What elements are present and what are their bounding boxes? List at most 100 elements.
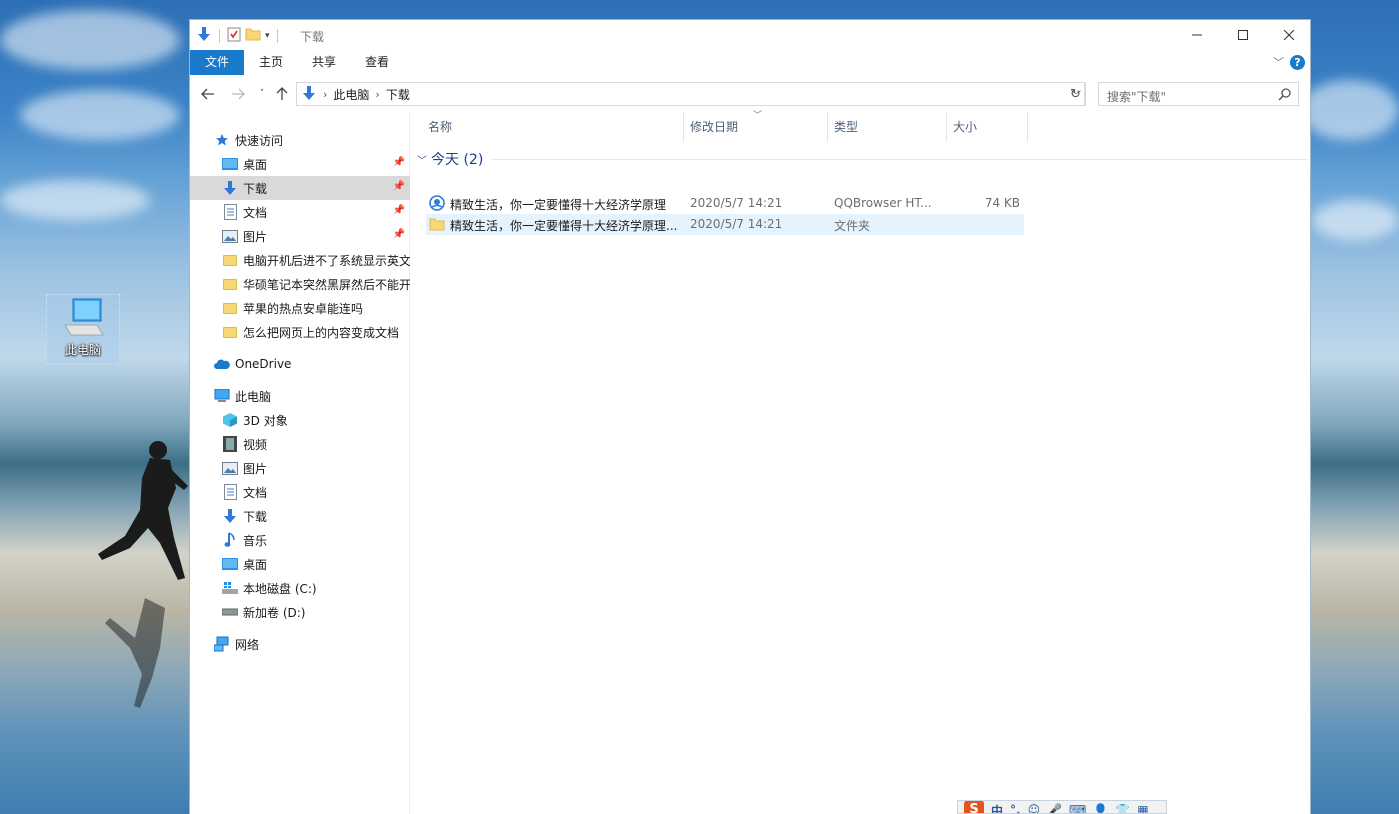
music-note-icon [222,532,238,548]
new-folder-icon[interactable] [245,26,261,45]
breadcrumb-separator-icon[interactable]: › [375,88,379,101]
nav-item-recent-folder[interactable]: 华硕笔记本突然黑屏然后不能开 [190,272,410,296]
nav-item-recent-folder[interactable]: 电脑开机后进不了系统显示英文 [190,248,410,272]
nav-label: 快速访问 [235,133,284,148]
nav-label: 图片 [243,229,268,244]
nav-label: 3D 对象 [243,413,288,428]
column-header-name[interactable]: 名称 [422,112,684,142]
sogou-logo-icon[interactable]: S [964,801,984,813]
folder-icon [429,216,445,232]
nav-this-pc[interactable]: 此电脑 [190,384,410,408]
help-button[interactable]: ? [1290,55,1305,70]
refresh-button[interactable]: ↻ [1067,82,1085,106]
file-name: 精致生活，你一定要懂得十大经济学原理... [450,219,678,233]
ime-toolbar[interactable]: S 中 °, ☺ 🎤 ⌨ 👤 👕 ▦ [957,800,1167,814]
nav-label: 文档 [243,205,268,220]
desktop-icon-this-pc[interactable]: 此电脑 [46,294,120,364]
nav-item-documents-pc[interactable]: 文档 [190,480,410,504]
nav-item-music[interactable]: 音乐 [190,528,410,552]
tab-file[interactable]: 文件 [190,50,244,75]
file-type: 文件夹 [834,219,871,233]
file-date: 2020/5/7 14:21 [690,217,783,231]
nav-onedrive[interactable]: OneDrive [190,352,410,376]
ime-punctuation-icon[interactable]: °, [1010,803,1021,813]
ime-toolbox-icon[interactable]: ▦ [1137,803,1148,813]
tab-home[interactable]: 主页 [250,50,292,75]
breadcrumb-this-pc[interactable]: 此电脑 [333,86,369,103]
navigation-bar: ˅ › 此电脑 › 下载 ﹀ ↻ 搜索"下载" [190,80,1310,108]
address-bar[interactable]: › 此电脑 › 下载 ﹀ [296,82,1086,106]
column-header-size[interactable]: 大小 [947,112,1028,142]
file-name: 精致生活，你一定要懂得十大经济学原理 [450,198,667,212]
ime-keyboard-icon[interactable]: ⌨ [1069,803,1086,813]
nav-network[interactable]: 网络 [190,632,410,656]
tab-view[interactable]: 查看 [356,50,398,75]
nav-quick-access[interactable]: 快速访问 [190,128,410,152]
close-button[interactable] [1266,20,1312,50]
recent-locations-chevron-icon[interactable]: ˅ [252,84,272,104]
pin-icon[interactable]: 📌 [393,181,405,192]
nav-item-desktop-pc[interactable]: 桌面 [190,552,410,576]
ime-emoji-icon[interactable]: ☺ [1028,803,1041,813]
cloud [20,90,180,140]
search-icon[interactable] [1278,87,1292,104]
nav-item-drive-c[interactable]: 本地磁盘 (C:) [190,576,410,600]
pictures-icon [222,460,238,476]
pin-icon[interactable]: 📌 [393,157,405,168]
ime-voice-icon[interactable]: 🎤 [1047,803,1062,813]
download-icon [222,180,238,196]
window-title: 下载 [300,30,325,44]
maximize-button[interactable] [1220,20,1266,50]
column-header-type[interactable]: 类型 [828,112,947,142]
cloud [0,180,150,220]
breadcrumb-downloads[interactable]: 下载 [386,86,410,103]
nav-label: 桌面 [243,557,268,572]
desktop-icon [222,556,238,572]
nav-item-documents[interactable]: 文档 📌 [190,200,410,224]
tab-share[interactable]: 共享 [303,50,345,75]
cloud [1300,80,1399,140]
pin-icon[interactable]: 📌 [393,205,405,216]
back-button[interactable] [198,84,218,104]
toolbar-separator [276,28,278,43]
nav-item-drive-d[interactable]: 新加卷 (D:) [190,600,410,624]
ime-skin-icon[interactable]: 👕 [1115,803,1130,813]
nav-item-pictures[interactable]: 图片 📌 [190,224,410,248]
nav-item-recent-folder[interactable]: 怎么把网页上的内容变成文档 [190,320,410,344]
nav-item-recent-folder[interactable]: 苹果的热点安卓能连吗 [190,296,410,320]
nav-item-desktop[interactable]: 桌面 📌 [190,152,410,176]
nav-label: 图片 [243,461,268,476]
customize-toolbar-icon[interactable]: ▾ [265,31,270,41]
nav-item-downloads-pc[interactable]: 下载 [190,504,410,528]
nav-label: 华硕笔记本突然黑屏然后不能开 [243,277,410,292]
nav-label: 网络 [235,637,260,652]
table-row[interactable]: 精致生活，你一定要懂得十大经济学原理 2020/5/7 14:21 QQBrow… [426,193,1024,214]
runner-silhouette [98,441,188,708]
nav-label: 本地磁盘 (C:) [243,581,317,596]
nav-label: 电脑开机后进不了系统显示英文 [243,253,410,268]
title-bar: ▾ 下载 [190,20,1310,50]
properties-icon[interactable] [227,26,241,45]
collapse-chevron-icon[interactable]: ﹀ [417,152,427,167]
cloud [0,10,180,70]
expand-ribbon-chevron-icon[interactable]: ﹀ [1273,54,1284,70]
nav-item-3d-objects[interactable]: 3D 对象 [190,408,410,432]
search-box[interactable]: 搜索"下载" [1098,82,1299,106]
nav-item-pictures-pc[interactable]: 图片 [190,456,410,480]
nav-label: 音乐 [243,533,268,548]
table-row[interactable]: 精致生活，你一定要懂得十大经济学原理... 2020/5/7 14:21 文件夹 [426,214,1024,235]
ime-user-icon[interactable]: 👤 [1093,803,1108,813]
nav-item-downloads[interactable]: 下载 📌 [190,176,410,200]
up-button[interactable] [272,84,292,104]
nav-item-videos[interactable]: 视频 [190,432,410,456]
toolbar-separator [219,28,220,43]
forward-button[interactable] [228,84,248,104]
group-header-today[interactable]: ﹀ 今天 (2) [417,149,1307,169]
quick-access-toolbar: ▾ [196,26,281,45]
ime-language-toggle[interactable]: 中 [991,802,1003,814]
pin-icon[interactable]: 📌 [393,229,405,240]
desktop-icon-label: 此电脑 [64,343,101,357]
star-icon [214,132,230,148]
breadcrumb-separator-icon[interactable]: › [323,88,327,101]
minimize-button[interactable] [1174,20,1220,50]
